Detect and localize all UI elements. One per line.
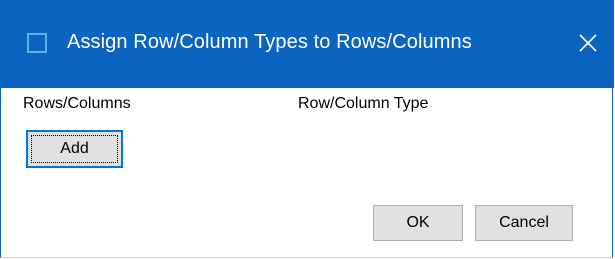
dialog-body: Rows/Columns Row/Column Type Add OK Canc… xyxy=(1,88,614,258)
add-button-label: Add xyxy=(60,140,89,157)
rows-columns-label: Rows/Columns xyxy=(23,95,131,112)
window-icon xyxy=(27,33,47,53)
row-column-type-label: Row/Column Type xyxy=(298,95,429,112)
add-button[interactable]: Add xyxy=(26,130,123,168)
assign-types-dialog: Assign Row/Column Types to Rows/Columns … xyxy=(0,0,614,258)
title-bar[interactable]: Assign Row/Column Types to Rows/Columns xyxy=(1,0,614,88)
close-icon xyxy=(579,34,597,52)
dialog-title: Assign Row/Column Types to Rows/Columns xyxy=(67,31,472,53)
cancel-button[interactable]: Cancel xyxy=(475,205,573,241)
close-button[interactable] xyxy=(571,26,605,60)
ok-button[interactable]: OK xyxy=(373,205,463,241)
